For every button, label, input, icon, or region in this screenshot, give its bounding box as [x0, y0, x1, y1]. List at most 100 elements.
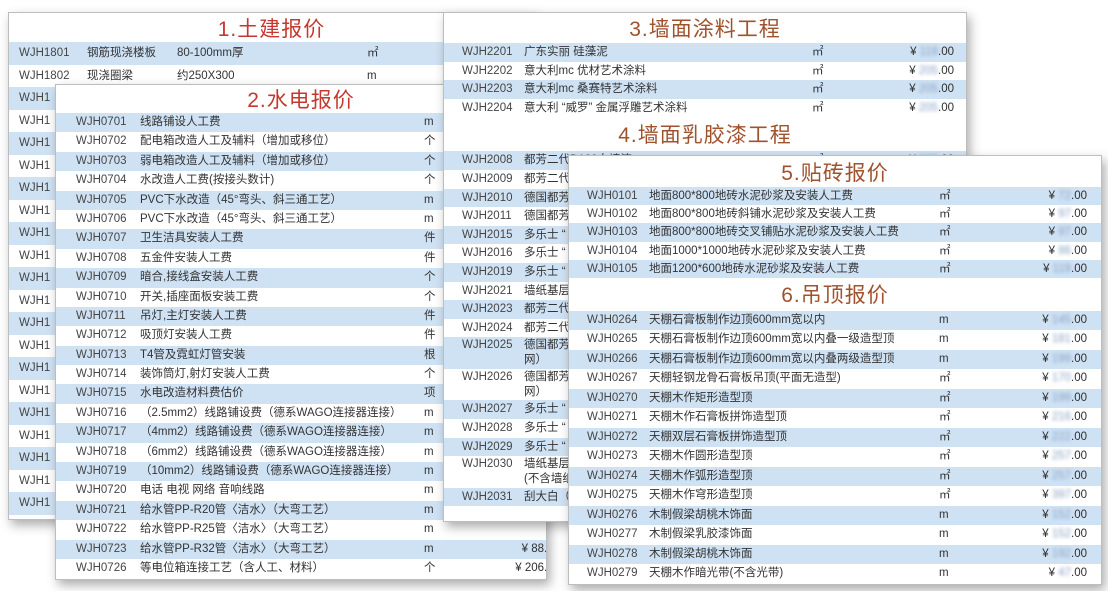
- masked-price-digits: 152: [1052, 509, 1071, 521]
- item-unit: m: [939, 350, 949, 370]
- item-code: WJH0709: [76, 268, 127, 287]
- masked-price-digits: 86: [1058, 245, 1071, 257]
- table-row[interactable]: WJH0270天棚木作矩形造型顶㎡¥ 199.00: [569, 389, 1101, 409]
- quote-table-tiling: WJH0101地面800*800地砖水泥砂浆及安装人工费㎡¥ 72.00WJH0…: [569, 187, 1101, 278]
- table-row[interactable]: WJH0722给水管PP-R25管〈洁水〉（大弯工艺）m: [56, 520, 546, 539]
- quote-table-wall-coating: WJH2201广东实丽 硅藻泥㎡¥ 118.00WJH2202意大利mc 优材艺…: [444, 43, 966, 117]
- table-row[interactable]: WJH0103地面800*800地砖交叉铺贴水泥砂浆及安装人工费㎡¥ 97.00: [569, 223, 1101, 241]
- item-code: WJH0270: [587, 389, 638, 409]
- table-row[interactable]: WJH0726等电位箱连接工艺（含人工、材料）个¥ 206.00: [56, 559, 546, 578]
- masked-price-digits: 205: [919, 102, 938, 114]
- table-row[interactable]: WJH0276木制假梁胡桃木饰面m¥ 152.00: [569, 506, 1101, 526]
- item-code: WJH0723: [76, 540, 127, 559]
- item-price: ¥ 72.00: [1049, 187, 1087, 205]
- item-code: WJH2008: [462, 151, 513, 170]
- item-code: WJH1: [19, 447, 50, 470]
- item-code: WJH1: [19, 245, 50, 268]
- item-code: WJH2015: [462, 226, 513, 245]
- item-name: 多乐士 “: [524, 419, 566, 438]
- table-row[interactable]: WJH0102地面800*800地砖斜铺水泥砂浆及安装人工费㎡¥ 97.00: [569, 205, 1101, 223]
- item-name: PVC下水改造（45°弯头、斜三通工艺）: [140, 210, 342, 229]
- section-title-ceiling: 6.吊顶报价: [569, 278, 1101, 311]
- item-name: PVC下水改造（45°弯头、斜三通工艺）: [140, 191, 342, 210]
- table-row[interactable]: WJH2202意大利mc 优材艺术涂料㎡¥ 205.00: [444, 62, 966, 81]
- item-code: WJH0718: [76, 443, 127, 462]
- masked-price-digits: 199: [1052, 392, 1071, 404]
- item-name: 天棚木作穹形造型顶: [649, 486, 753, 506]
- item-code: WJH2201: [462, 43, 513, 62]
- item-name: 天棚石膏板制作边顶600mm宽以内叠一级造型顶: [649, 330, 894, 350]
- table-row[interactable]: WJH0105地面1200*600地砖水泥砂浆及安装人工费㎡¥ 119.00: [569, 260, 1101, 278]
- item-price: ¥ 206.00: [515, 559, 547, 578]
- item-code: WJH0726: [76, 559, 127, 578]
- item-code: WJH0105: [587, 260, 638, 278]
- item-code: WJH1: [19, 132, 50, 155]
- item-code: WJH2203: [462, 80, 513, 99]
- item-name: 意大利mc 桑赛特艺术涂料: [524, 80, 658, 99]
- item-name: 多乐士 “: [524, 400, 566, 419]
- masked-price-digits: 97: [1058, 208, 1071, 220]
- table-row[interactable]: WJH0275天棚木作穹形造型顶㎡¥ 397.00: [569, 486, 1101, 506]
- section-title-wall-coating: 3.墙面涂料工程: [444, 13, 966, 43]
- item-code: WJH1: [19, 155, 50, 178]
- item-unit: m: [424, 210, 434, 229]
- item-code: WJH2019: [462, 263, 513, 282]
- table-row[interactable]: WJH0277木制假梁乳胶漆饰面m¥ 152.00: [569, 525, 1101, 545]
- masked-price-digits: 397: [1052, 489, 1071, 501]
- masked-price-digits: 222: [1052, 431, 1071, 443]
- item-name: 给水管PP-R25管〈洁水〉（大弯工艺）: [140, 520, 336, 539]
- masked-price-digits: 257: [1052, 470, 1071, 482]
- item-name: 天棚木作暗光带(不含光带): [649, 564, 783, 584]
- item-unit: ㎡: [939, 242, 951, 260]
- table-row[interactable]: WJH0273天棚木作圆形造型顶㎡¥ 257.00: [569, 447, 1101, 467]
- table-row[interactable]: WJH0279天棚木作暗光带(不含光带)m¥ 47.00: [569, 564, 1101, 584]
- table-row[interactable]: WJH0264天棚石膏板制作边顶600mm宽以内m¥ 145.00: [569, 311, 1101, 331]
- item-code: WJH1: [19, 290, 50, 313]
- item-unit: ㎡: [939, 486, 951, 506]
- table-row[interactable]: WJH2201广东实丽 硅藻泥㎡¥ 118.00: [444, 43, 966, 62]
- item-spec: 80-100mm厚: [177, 42, 243, 65]
- table-row[interactable]: WJH2203意大利mc 桑赛特艺术涂料㎡¥ 205.00: [444, 80, 966, 99]
- item-unit: ㎡: [939, 467, 951, 487]
- item-code: WJH0701: [76, 113, 127, 132]
- masked-price-digits: 170: [1052, 372, 1071, 384]
- table-row[interactable]: WJH0723给水管PP-R32管〈洁水〉（大弯工艺）m¥ 88.00: [56, 540, 546, 559]
- masked-price-digits: 145: [1052, 314, 1071, 326]
- item-name: 水电改造材料费估价: [140, 384, 244, 403]
- masked-price-digits: 181: [1052, 333, 1071, 345]
- table-row[interactable]: WJH0272天棚双层石膏板拼饰造型顶㎡¥ 222.00: [569, 428, 1101, 448]
- table-row[interactable]: WJH0104地面1000*1000地砖水泥砂浆及安装人工费㎡¥ 86.00: [569, 242, 1101, 260]
- quote-table-ceiling: WJH0264天棚石膏板制作边顶600mm宽以内m¥ 145.00WJH0265…: [569, 311, 1101, 584]
- table-row[interactable]: WJH0271天棚木作石膏板拼饰造型顶㎡¥ 216.00: [569, 408, 1101, 428]
- item-code: WJH0704: [76, 171, 127, 190]
- item-code: WJH0719: [76, 462, 127, 481]
- item-code: WJH0272: [587, 428, 638, 448]
- item-code: WJH1: [19, 357, 50, 380]
- table-row[interactable]: WJH0274天棚木作弧形造型顶㎡¥ 257.00: [569, 467, 1101, 487]
- table-row[interactable]: WJH0265天棚石膏板制作边顶600mm宽以内叠一级造型顶m¥ 181.00: [569, 330, 1101, 350]
- item-name: 钢筋现浇楼板: [87, 42, 156, 65]
- item-name: 德国都芳: [524, 189, 570, 208]
- table-row[interactable]: WJH0267天棚轻钢龙骨石膏板吊顶(平面无造型)㎡¥ 170.00: [569, 369, 1101, 389]
- item-code: WJH0274: [587, 467, 638, 487]
- masked-price-digits: 199: [1052, 353, 1071, 365]
- table-row[interactable]: WJH0266天棚石膏板制作边顶600mm宽以内叠两级造型顶m¥ 199.00: [569, 350, 1101, 370]
- item-code: WJH2027: [462, 400, 513, 419]
- table-row[interactable]: WJH0101地面800*800地砖水泥砂浆及安装人工费㎡¥ 72.00: [569, 187, 1101, 205]
- item-unit: 个: [424, 171, 436, 190]
- item-unit: 根: [424, 346, 436, 365]
- item-unit: ㎡: [939, 187, 951, 205]
- table-row[interactable]: WJH2204意大利 “威罗” 金属浮雕艺术涂料㎡¥ 205.00: [444, 99, 966, 118]
- item-price: ¥ 118.00: [910, 43, 954, 62]
- item-unit: m: [939, 330, 949, 350]
- table-row[interactable]: WJH0278木制假梁胡桃木饰面m¥ 192.00: [569, 545, 1101, 565]
- item-name: 意大利 “威罗” 金属浮雕艺术涂料: [524, 99, 688, 118]
- section-title-wall-latex: 4.墙面乳胶漆工程: [444, 117, 966, 151]
- item-code: WJH2024: [462, 319, 513, 338]
- item-price: ¥ 222.00: [1042, 428, 1087, 448]
- item-price: ¥ 119.00: [1043, 260, 1087, 278]
- masked-price-digits: 152: [1052, 528, 1071, 540]
- item-name: 地面800*800地砖斜铺水泥砂浆及安装人工费: [649, 205, 876, 223]
- item-unit: 件: [424, 326, 436, 345]
- item-price: ¥ 205.00: [909, 62, 954, 81]
